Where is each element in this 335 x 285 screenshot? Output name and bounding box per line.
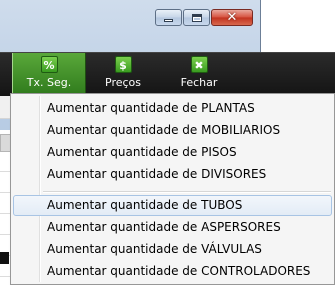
- context-menu: Aumentar quantidade de PLANTAS Aumentar …: [10, 93, 335, 285]
- close-icon: ✖: [190, 56, 208, 73]
- menu-item-plantas[interactable]: Aumentar quantidade de PLANTAS: [13, 98, 332, 119]
- menu-item-mobiliarios[interactable]: Aumentar quantidade de MOBILIARIOS: [13, 120, 332, 141]
- menu-item-aspersores[interactable]: Aumentar quantidade de ASPERSORES: [13, 217, 332, 238]
- menu-separator: [43, 191, 331, 193]
- fechar-button[interactable]: ✖ Fechar: [162, 53, 236, 96]
- menu-item-valvulas[interactable]: Aumentar quantidade de VÁLVULAS: [13, 239, 332, 260]
- screen: ✕ % Tx. Seg. $ Preços ✖ Fechar Aumentar …: [0, 0, 335, 285]
- tx-seg-button[interactable]: % Tx. Seg.: [12, 53, 86, 96]
- toolbar: % Tx. Seg. $ Preços ✖ Fechar: [0, 52, 335, 96]
- minimize-icon: [164, 19, 173, 22]
- precos-label: Preços: [105, 76, 141, 89]
- close-window-button[interactable]: ✕: [211, 9, 253, 26]
- grid-selected-marker: [0, 252, 9, 264]
- fechar-label: Fechar: [180, 76, 218, 89]
- menu-item-pisos[interactable]: Aumentar quantidade de PISOS: [13, 142, 332, 163]
- close-icon: ✕: [226, 10, 238, 25]
- maximize-button[interactable]: [183, 9, 210, 26]
- menu-item-controladores[interactable]: Aumentar quantidade de CONTROLADORES: [13, 261, 332, 282]
- tx-seg-label: Tx. Seg.: [26, 76, 72, 89]
- minimize-button[interactable]: [155, 9, 182, 26]
- toolbar-extra-area: [236, 53, 335, 96]
- menu-item-divisores[interactable]: Aumentar quantidade de DIVISORES: [13, 164, 332, 185]
- precos-button[interactable]: $ Preços: [86, 53, 160, 96]
- maximize-icon: [191, 13, 202, 22]
- menu-item-tubos[interactable]: Aumentar quantidade de TUBOS: [13, 195, 332, 216]
- dollar-icon: $: [114, 56, 132, 73]
- percent-icon: %: [40, 56, 58, 73]
- title-bar[interactable]: ✕: [0, 0, 260, 34]
